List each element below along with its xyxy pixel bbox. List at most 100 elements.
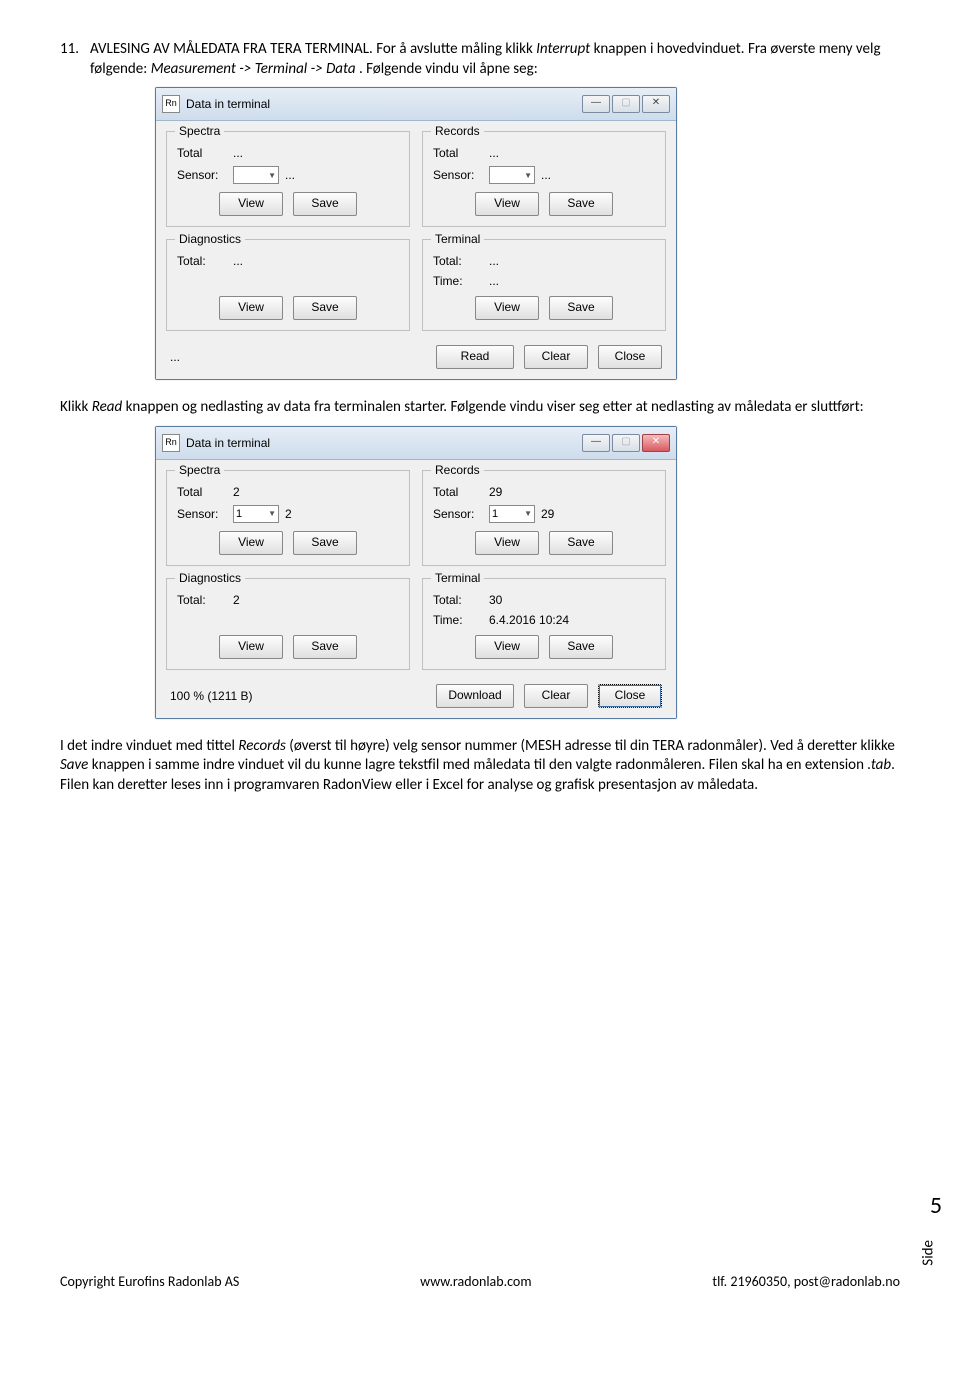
- value-time: ...: [489, 274, 499, 288]
- value-total: 2: [233, 593, 263, 607]
- label-total: Total: [177, 485, 227, 499]
- maximize-icon: ▢: [612, 434, 640, 452]
- save-button[interactable]: Save: [293, 635, 357, 659]
- dialog-data-in-terminal-1: Rn Data in terminal — ▢ ✕ Spectra Total.…: [155, 87, 677, 380]
- titlebar: Rn Data in terminal — ▢ ✕: [156, 88, 676, 121]
- download-button[interactable]: Download: [436, 684, 514, 708]
- sensor-dropdown[interactable]: 1▼: [489, 505, 535, 523]
- view-button[interactable]: View: [219, 635, 283, 659]
- label-total: Total:: [177, 254, 227, 268]
- group-legend: Diagnostics: [175, 232, 245, 246]
- status-text: 100 % (1211 B): [170, 689, 426, 703]
- save-button[interactable]: Save: [549, 635, 613, 659]
- value-time: 6.4.2016 10:24: [489, 613, 569, 627]
- value-sensor-count: 29: [541, 507, 554, 521]
- view-button[interactable]: View: [475, 192, 539, 216]
- group-legend: Spectra: [175, 124, 224, 138]
- page-number: 5: [930, 1191, 942, 1220]
- save-button[interactable]: Save: [293, 296, 357, 320]
- chevron-down-icon: ▼: [524, 171, 532, 180]
- label-sensor: Sensor:: [177, 168, 227, 182]
- page-side-label: Side: [920, 1240, 938, 1266]
- label-total: Total: [177, 146, 227, 160]
- group-diagnostics: Diagnostics Total:2 View Save: [166, 578, 410, 670]
- close-button[interactable]: Close: [598, 345, 662, 369]
- view-button[interactable]: View: [219, 296, 283, 320]
- label-total: Total:: [433, 593, 483, 607]
- view-button[interactable]: View: [475, 296, 539, 320]
- value-sensor-count: ...: [285, 168, 295, 182]
- value-total: 2: [233, 485, 263, 499]
- maximize-icon: ▢: [612, 95, 640, 113]
- label-sensor: Sensor:: [177, 507, 227, 521]
- label-time: Time:: [433, 613, 483, 627]
- titlebar: Rn Data in terminal — ▢ ✕: [156, 427, 676, 460]
- value-total: 30: [489, 593, 519, 607]
- label-sensor: Sensor:: [433, 168, 483, 182]
- close-icon[interactable]: ✕: [642, 95, 670, 113]
- footer-left: Copyright Eurofins Radonlab AS: [60, 1273, 239, 1290]
- group-records: Records Total... Sensor: ▼ ... View Save: [422, 131, 666, 227]
- group-records: Records Total29 Sensor: 1▼ 29 View Save: [422, 470, 666, 566]
- group-spectra: Spectra Total2 Sensor: 1▼ 2 View Save: [166, 470, 410, 566]
- label-sensor: Sensor:: [433, 507, 483, 521]
- save-button[interactable]: Save: [549, 296, 613, 320]
- window-title: Data in terminal: [186, 436, 582, 450]
- group-spectra: Spectra Total... Sensor: ▼ ... View Save: [166, 131, 410, 227]
- group-diagnostics: Diagnostics Total:... View Save: [166, 239, 410, 331]
- value-total: ...: [489, 146, 519, 160]
- app-icon: Rn: [162, 434, 180, 452]
- group-terminal: Terminal Total:... Time:... View Save: [422, 239, 666, 331]
- label-total: Total: [433, 146, 483, 160]
- save-button[interactable]: Save: [293, 192, 357, 216]
- value-total: ...: [233, 254, 263, 268]
- label-time: Time:: [433, 274, 483, 288]
- footer-center: www.radonlab.com: [420, 1273, 531, 1290]
- group-legend: Records: [431, 124, 484, 138]
- label-total: Total:: [177, 593, 227, 607]
- value-total: ...: [233, 146, 263, 160]
- value-sensor-count: ...: [541, 168, 551, 182]
- value-sensor-count: 2: [285, 507, 292, 521]
- minimize-icon[interactable]: —: [582, 95, 610, 113]
- paragraph-read: Klikk Read knappen og nedlasting av data…: [60, 398, 900, 418]
- chevron-down-icon: ▼: [268, 171, 276, 180]
- close-icon[interactable]: ✕: [642, 434, 670, 452]
- group-terminal: Terminal Total:30 Time:6.4.2016 10:24 Vi…: [422, 578, 666, 670]
- close-button[interactable]: Close: [598, 684, 662, 708]
- save-button[interactable]: Save: [293, 531, 357, 555]
- sensor-dropdown[interactable]: 1▼: [233, 505, 279, 523]
- view-button[interactable]: View: [475, 531, 539, 555]
- group-legend: Terminal: [431, 571, 484, 585]
- paragraph-records: I det indre vinduet med tittel Records (…: [60, 737, 900, 796]
- group-legend: Spectra: [175, 463, 224, 477]
- status-text: ...: [170, 350, 426, 364]
- view-button[interactable]: View: [219, 531, 283, 555]
- dialog-data-in-terminal-2: Rn Data in terminal — ▢ ✕ Spectra Total 2…: [155, 426, 677, 719]
- chevron-down-icon: ▼: [268, 509, 276, 518]
- value-total: 29: [489, 485, 519, 499]
- save-button[interactable]: Save: [549, 531, 613, 555]
- para-text: AVLESING AV MÅLEDATA FRA TERA TERMINAL. …: [90, 40, 900, 79]
- sensor-dropdown[interactable]: ▼: [233, 166, 279, 184]
- chevron-down-icon: ▼: [524, 509, 532, 518]
- label-total: Total: [433, 485, 483, 499]
- app-icon: Rn: [162, 95, 180, 113]
- footer-right: tlf. 21960350, post@radonlab.no: [712, 1273, 900, 1290]
- page-footer: Copyright Eurofins Radonlab AS www.radon…: [60, 1273, 900, 1290]
- label-total: Total:: [433, 254, 483, 268]
- view-button[interactable]: View: [475, 635, 539, 659]
- group-legend: Diagnostics: [175, 571, 245, 585]
- save-button[interactable]: Save: [549, 192, 613, 216]
- minimize-icon[interactable]: —: [582, 434, 610, 452]
- list-number: 11.: [60, 40, 90, 79]
- group-legend: Terminal: [431, 232, 484, 246]
- window-title: Data in terminal: [186, 97, 582, 111]
- view-button[interactable]: View: [219, 192, 283, 216]
- sensor-dropdown[interactable]: ▼: [489, 166, 535, 184]
- clear-button[interactable]: Clear: [524, 684, 588, 708]
- value-total: ...: [489, 254, 519, 268]
- clear-button[interactable]: Clear: [524, 345, 588, 369]
- paragraph-11: 11. AVLESING AV MÅLEDATA FRA TERA TERMIN…: [60, 40, 900, 79]
- read-button[interactable]: Read: [436, 345, 514, 369]
